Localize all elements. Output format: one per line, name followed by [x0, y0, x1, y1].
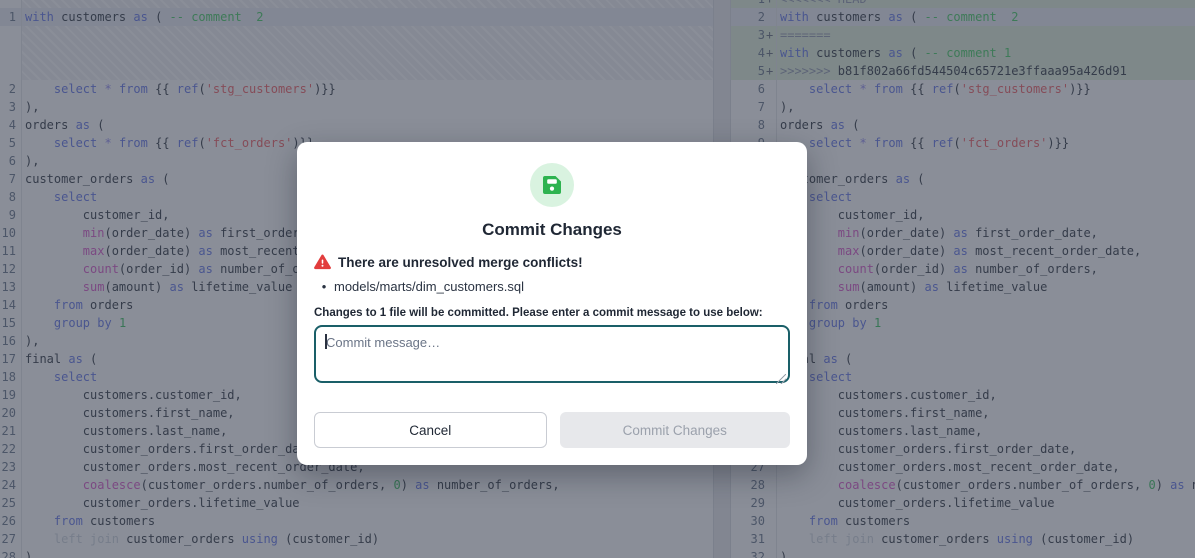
merge-conflict-warning: There are unresolved merge conflicts! — [338, 255, 583, 270]
commit-instruction: Changes to 1 file will be committed. Ple… — [314, 307, 790, 319]
warning-triangle-icon — [314, 254, 331, 270]
text-cursor — [325, 334, 327, 349]
bullet-icon — [314, 279, 334, 294]
conflicted-file-item: models/marts/dim_customers.sql — [314, 279, 790, 294]
cancel-button[interactable]: Cancel — [314, 412, 547, 448]
commit-changes-button[interactable]: Commit Changes — [560, 412, 791, 448]
commit-message-input[interactable] — [314, 325, 790, 383]
commit-changes-modal: Commit Changes There are unresolved merg… — [297, 142, 807, 465]
conflicted-file-path: models/marts/dim_customers.sql — [334, 279, 524, 294]
modal-title: Commit Changes — [314, 220, 790, 240]
save-icon — [530, 163, 574, 207]
